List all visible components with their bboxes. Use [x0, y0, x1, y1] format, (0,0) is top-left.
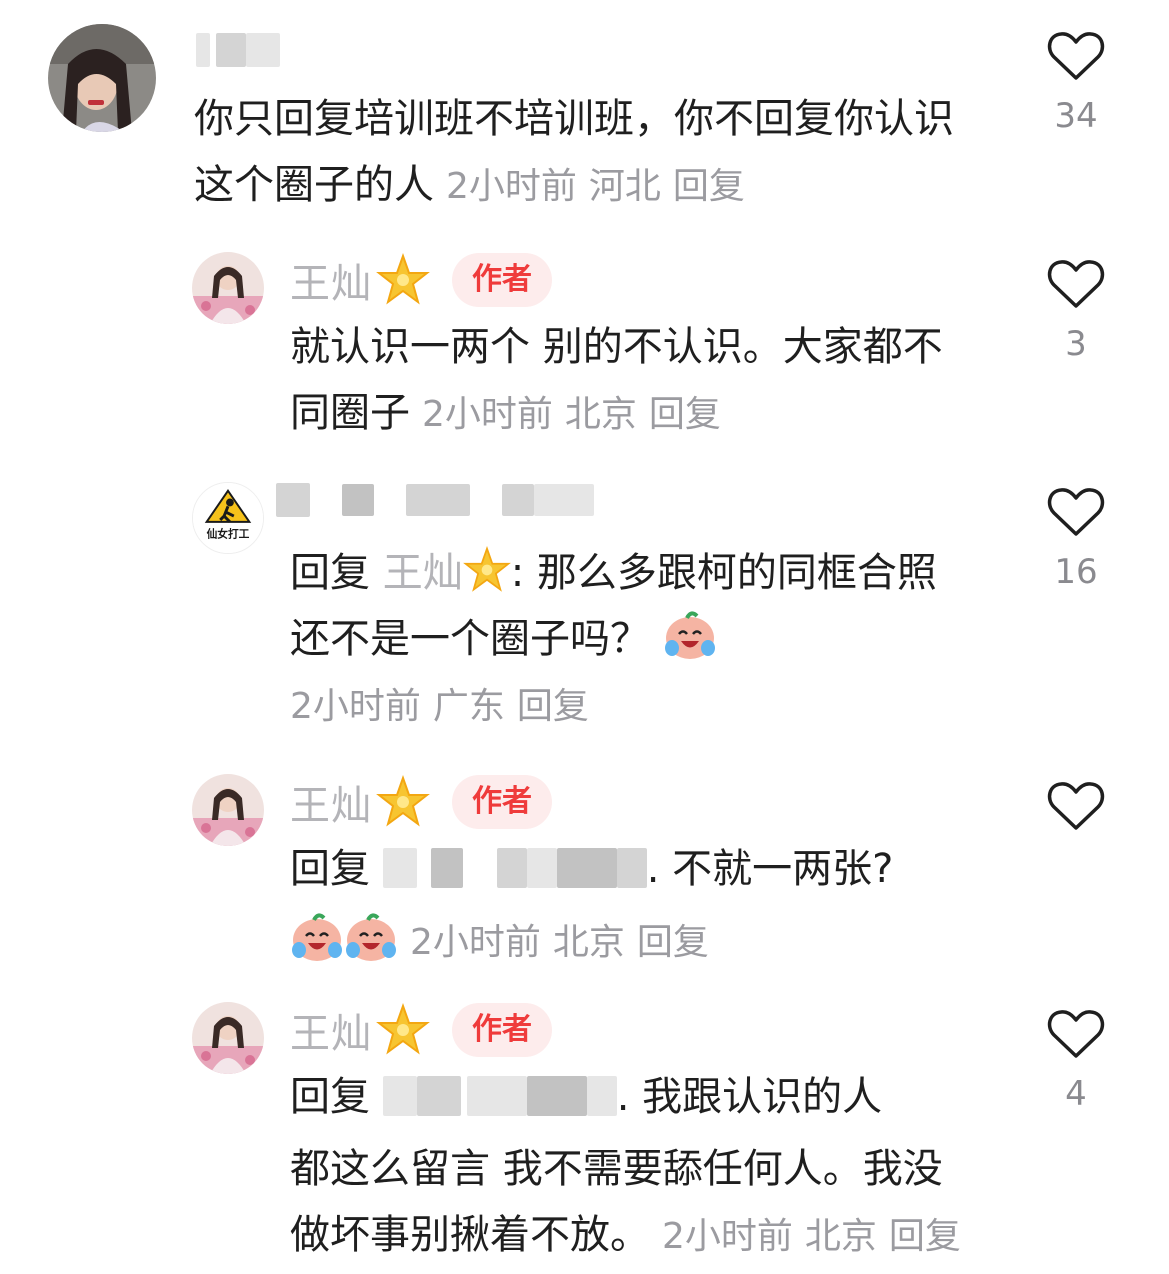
reply-prefix: 回复	[290, 1074, 370, 1120]
like-button[interactable]	[1031, 780, 1121, 846]
reply-prefix: 回复	[290, 550, 370, 596]
heart-outline-icon	[1047, 260, 1105, 308]
reply-button[interactable]: 回复	[637, 922, 709, 963]
avatar[interactable]: 仙女打工	[192, 482, 264, 554]
comment-line: . 不就一两张?	[646, 846, 894, 892]
like-button[interactable]: 16	[1031, 486, 1121, 592]
like-button[interactable]: 4	[1031, 1008, 1121, 1114]
avatar[interactable]	[48, 24, 156, 132]
replied-username-redacted[interactable]	[382, 1070, 617, 1136]
name-row: 王灿 作者	[290, 772, 552, 832]
crying-laughing-face-icon	[664, 611, 715, 659]
timestamp: 2小时前	[446, 166, 577, 207]
comment-line: 同圈子	[290, 390, 410, 436]
like-count: 16	[1054, 552, 1098, 592]
comment-line: 这个圈子的人	[194, 162, 434, 208]
comment-text: 回复 . 我跟认识的人 都这么留言 我不需要舔任何人。我没 做坏事别揪着不放。 2…	[290, 1064, 961, 1270]
author-badge: 作者	[452, 1003, 552, 1057]
like-count: 34	[1054, 96, 1098, 136]
comment-line: 做坏事别揪着不放。	[290, 1212, 650, 1258]
reply-button[interactable]: 回复	[673, 166, 745, 207]
username-redacted[interactable]	[196, 20, 280, 80]
timestamp: 2小时前	[410, 922, 541, 963]
replied-username-redacted[interactable]	[382, 842, 647, 908]
location: 河北	[588, 166, 661, 207]
location: 北京	[804, 1216, 877, 1257]
name-row: 王灿 作者	[290, 250, 552, 310]
reply-prefix: 回复	[290, 846, 370, 892]
timestamp: 2小时前	[290, 686, 421, 727]
author-badge: 作者	[452, 775, 552, 829]
comment-text: 你只回复培训班不培训班，你不回复你认识 这个圈子的人 2小时前 河北 回复	[194, 86, 954, 220]
star-icon	[462, 545, 511, 592]
heart-outline-icon	[1047, 488, 1105, 536]
crying-laughing-face-icon	[292, 913, 342, 961]
avatar-logo: 仙女打工	[193, 483, 263, 553]
avatar[interactable]	[192, 252, 264, 324]
comment-line: 就认识一两个 别的不认识。大家都不	[290, 324, 943, 370]
avatar-photo	[192, 252, 264, 324]
location: 广东	[432, 686, 505, 727]
author-badge: 作者	[452, 253, 552, 307]
location: 北京	[564, 394, 637, 435]
like-button[interactable]: 34	[1031, 30, 1121, 136]
comment-text: 就认识一两个 别的不认识。大家都不 同圈子 2小时前 北京 回复	[290, 314, 943, 448]
star-icon	[376, 775, 430, 827]
heart-outline-icon	[1047, 32, 1105, 80]
reply-button[interactable]: 回复	[517, 686, 589, 727]
name-row: 王灿 作者	[290, 1000, 552, 1060]
timestamp: 2小时前	[662, 1216, 793, 1257]
avatar-photo	[192, 774, 264, 846]
username-redacted[interactable]	[276, 470, 594, 530]
comment-line: 你只回复培训班不培训班，你不回复你认识	[194, 96, 954, 142]
crying-laughing-face-icon	[346, 913, 396, 961]
comment-line: . 我跟认识的人	[616, 1074, 883, 1120]
username[interactable]: 王灿	[290, 251, 372, 309]
reply-button[interactable]: 回复	[649, 394, 721, 435]
comment-text: 回复 王灿: 那么多跟柯的同框合照 还不是一个圈子吗？ 2小时前 广东 回复	[290, 540, 937, 740]
avatar[interactable]	[192, 774, 264, 846]
reply-button[interactable]: 回复	[889, 1216, 961, 1257]
like-count: 3	[1065, 324, 1087, 364]
timestamp: 2小时前	[422, 394, 553, 435]
heart-outline-icon	[1047, 1010, 1105, 1058]
star-icon	[376, 253, 430, 305]
like-button[interactable]: 3	[1031, 258, 1121, 364]
comment-text: 回复 . 不就一两张? 2小时前 北京 回复	[290, 836, 893, 976]
heart-outline-icon	[1047, 782, 1105, 830]
username[interactable]: 王灿	[290, 1001, 372, 1059]
star-icon	[376, 1003, 430, 1055]
avatar-photo	[48, 24, 156, 132]
comment-line: 都这么留言 我不需要舔任何人。我没	[290, 1146, 943, 1192]
avatar-photo	[192, 1002, 264, 1074]
comment-line: : 那么多跟柯的同框合照	[510, 550, 937, 596]
avatar-text: 仙女打工	[207, 527, 250, 540]
comment-line: 还不是一个圈子吗？	[290, 616, 650, 662]
username[interactable]: 王灿	[290, 773, 372, 831]
location: 北京	[552, 922, 625, 963]
replied-username[interactable]: 王灿	[383, 550, 463, 596]
avatar[interactable]	[192, 1002, 264, 1074]
like-count: 4	[1065, 1074, 1087, 1114]
